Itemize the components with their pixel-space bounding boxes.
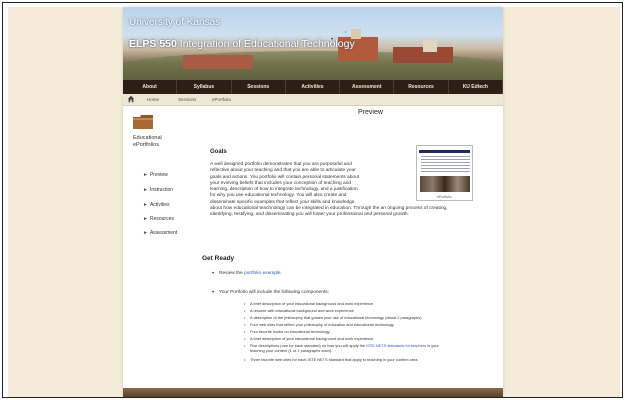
page-background: University of Kansas ELPS 550 Integratio… (8, 7, 620, 397)
goals-heading: Goals (210, 149, 227, 155)
sidebar-item-assessment[interactable]: ► Assessment (143, 230, 177, 236)
breadcrumb-sessions[interactable]: Sessions (178, 94, 196, 105)
breadcrumb-home[interactable]: Home (147, 94, 159, 105)
course-code: ELPS 550 (129, 38, 177, 50)
breadcrumb: Home Sessions ePortfolio (123, 94, 503, 106)
arrow-right-icon: ► (143, 216, 148, 222)
component-item: Four favorite books on educational techn… (244, 329, 512, 334)
banner-building (423, 40, 437, 52)
arrow-right-icon: ► (143, 230, 148, 236)
goals-paragraph: A well designed portfolio demonstrates t… (210, 162, 448, 219)
review-prefix: Review the (219, 271, 245, 276)
main-nav: About Syllabus Sessions Activities Asses… (123, 80, 503, 94)
components-intro: Your Portfolio will include the followin… (212, 290, 329, 296)
review-suffix: . (280, 271, 282, 276)
nav-item-activities[interactable]: Activities (286, 80, 341, 94)
thumbnail-header (419, 150, 470, 153)
component-text: in your (426, 343, 439, 348)
breadcrumb-eportfolio: ePortfolio (212, 97, 232, 102)
component-item: Three favorite web sites for each ISTE N… (244, 357, 512, 362)
get-ready-heading: Get Ready (202, 255, 235, 262)
nav-item-resources[interactable]: Resources (394, 80, 449, 94)
component-item: A resume with educational background and… (244, 308, 512, 313)
sidebar-title-line: ePortfolios (133, 142, 159, 148)
thumbnail-photos (420, 176, 470, 192)
component-text: teaching your content (1 or 2 paragraphs… (250, 348, 333, 353)
component-item: Four web sites that reflect your philoso… (244, 322, 512, 327)
portfolio-thumbnail[interactable]: ePortfolio (416, 145, 473, 201)
home-icon[interactable] (127, 95, 135, 103)
page-title: Preview (358, 109, 383, 116)
sidebar-item-activities[interactable]: ► Activities (143, 202, 170, 208)
component-item: A description of the philosophy that gui… (244, 315, 512, 320)
header-banner: University of Kansas ELPS 550 Integratio… (123, 7, 503, 80)
sidebar-item-resources[interactable]: ► Resources (143, 216, 174, 222)
sidebar-title: Educational ePortfolios (133, 135, 193, 149)
arrow-right-icon: ► (143, 187, 148, 193)
component-item: A brief description of your educational … (244, 301, 512, 306)
thumbnail-text (421, 156, 470, 174)
sidebar-item-label: Preview (149, 172, 168, 178)
iste-nets-link[interactable]: ISTE NETS standards for teachers (366, 343, 426, 348)
screenshot-frame: University of Kansas ELPS 550 Integratio… (2, 2, 623, 398)
course-title: ELPS 550 Integration of Educational Tech… (129, 38, 355, 50)
nav-item-assessment[interactable]: Assessment (340, 80, 395, 94)
arrow-right-icon: ► (143, 202, 148, 208)
component-item: Five descriptions (one for each standard… (244, 343, 512, 353)
thumbnail-caption: ePortfolio (437, 195, 452, 199)
review-item: Review the portfolio example. (212, 271, 282, 277)
sidebar-item-label: Assessment (149, 230, 178, 236)
sidebar-item-instruction[interactable]: ► Instruction (143, 187, 173, 193)
site-page: University of Kansas ELPS 550 Integratio… (123, 7, 503, 397)
nav-item-about[interactable]: About (123, 80, 178, 94)
sidebar-item-label: Resources (149, 216, 174, 222)
sidebar-title-line: Educational (133, 135, 162, 141)
nav-item-ku-edtech[interactable]: KU Edtech (449, 80, 503, 94)
nav-item-sessions[interactable]: Sessions (232, 80, 286, 94)
sidebar-item-label: Activities (149, 202, 170, 208)
course-name: Integration of Educational Technology (179, 38, 355, 50)
component-item: A brief description of your educational … (244, 336, 512, 341)
goals-line: identifying, testifying, and disseminati… (210, 212, 409, 218)
banner-building (183, 55, 253, 69)
arrow-right-icon: ► (143, 172, 148, 178)
portfolio-example-link[interactable]: portfolio example (244, 271, 281, 276)
footer-bar (123, 388, 503, 397)
sidebar-item-label: Instruction (149, 187, 174, 193)
sidebar-item-preview[interactable]: ► Preview (143, 172, 168, 178)
nav-item-syllabus[interactable]: Syllabus (177, 80, 232, 94)
folder-icon (133, 115, 153, 129)
university-name: University of Kansas (129, 17, 221, 28)
